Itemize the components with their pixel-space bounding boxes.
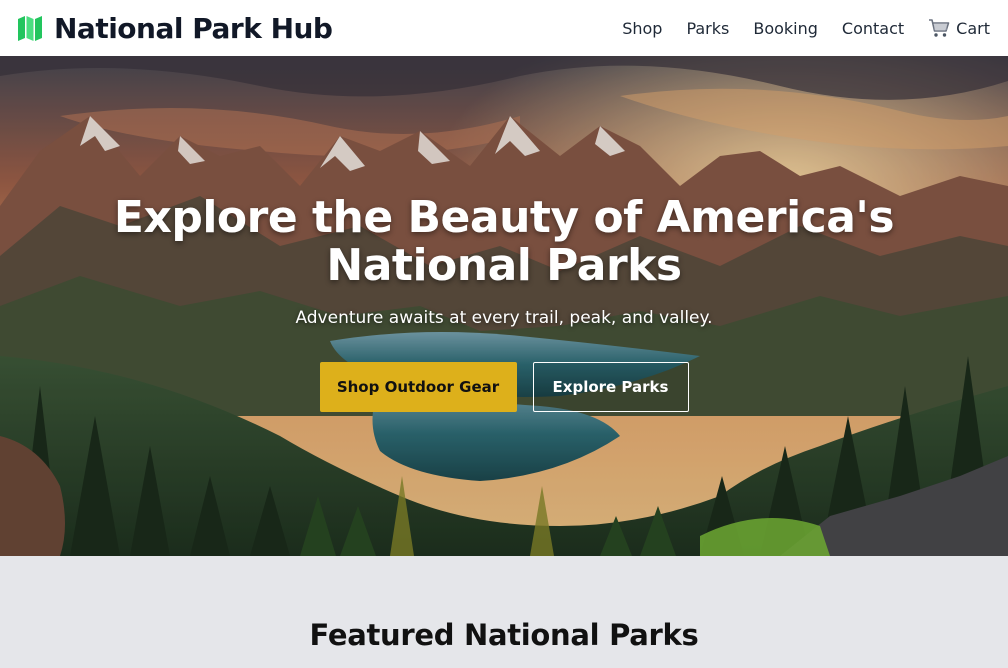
cart-label: Cart bbox=[956, 18, 990, 38]
hero-title: Explore the Beauty of America's National… bbox=[113, 192, 895, 291]
hero-actions: Shop Outdoor Gear Explore Parks bbox=[319, 362, 689, 412]
nav-parks-link[interactable]: Parks bbox=[686, 19, 729, 38]
explore-parks-button[interactable]: Explore Parks bbox=[532, 362, 689, 412]
featured-parks-section: Featured National Parks bbox=[0, 556, 1008, 668]
nav-contact-link[interactable]: Contact bbox=[842, 19, 904, 38]
cart-icon bbox=[929, 19, 950, 37]
hero-subtitle: Adventure awaits at every trail, peak, a… bbox=[295, 308, 713, 328]
brand-logo-link[interactable]: National Park Hub bbox=[16, 11, 333, 45]
hero-section: Explore the Beauty of America's National… bbox=[0, 56, 1008, 556]
site-header: National Park Hub Shop Parks Booking Con… bbox=[0, 0, 1008, 56]
hero-content: Explore the Beauty of America's National… bbox=[0, 56, 1008, 556]
map-icon bbox=[18, 16, 42, 41]
nav-booking-link[interactable]: Booking bbox=[753, 19, 818, 38]
brand-name: National Park Hub bbox=[54, 11, 333, 45]
featured-parks-title: Featured National Parks bbox=[309, 618, 699, 652]
main-nav: Shop Parks Booking Contact Cart bbox=[622, 18, 990, 38]
nav-cart-link[interactable]: Cart bbox=[928, 18, 990, 38]
shop-outdoor-gear-button[interactable]: Shop Outdoor Gear bbox=[319, 362, 517, 412]
nav-shop-link[interactable]: Shop bbox=[622, 19, 662, 38]
